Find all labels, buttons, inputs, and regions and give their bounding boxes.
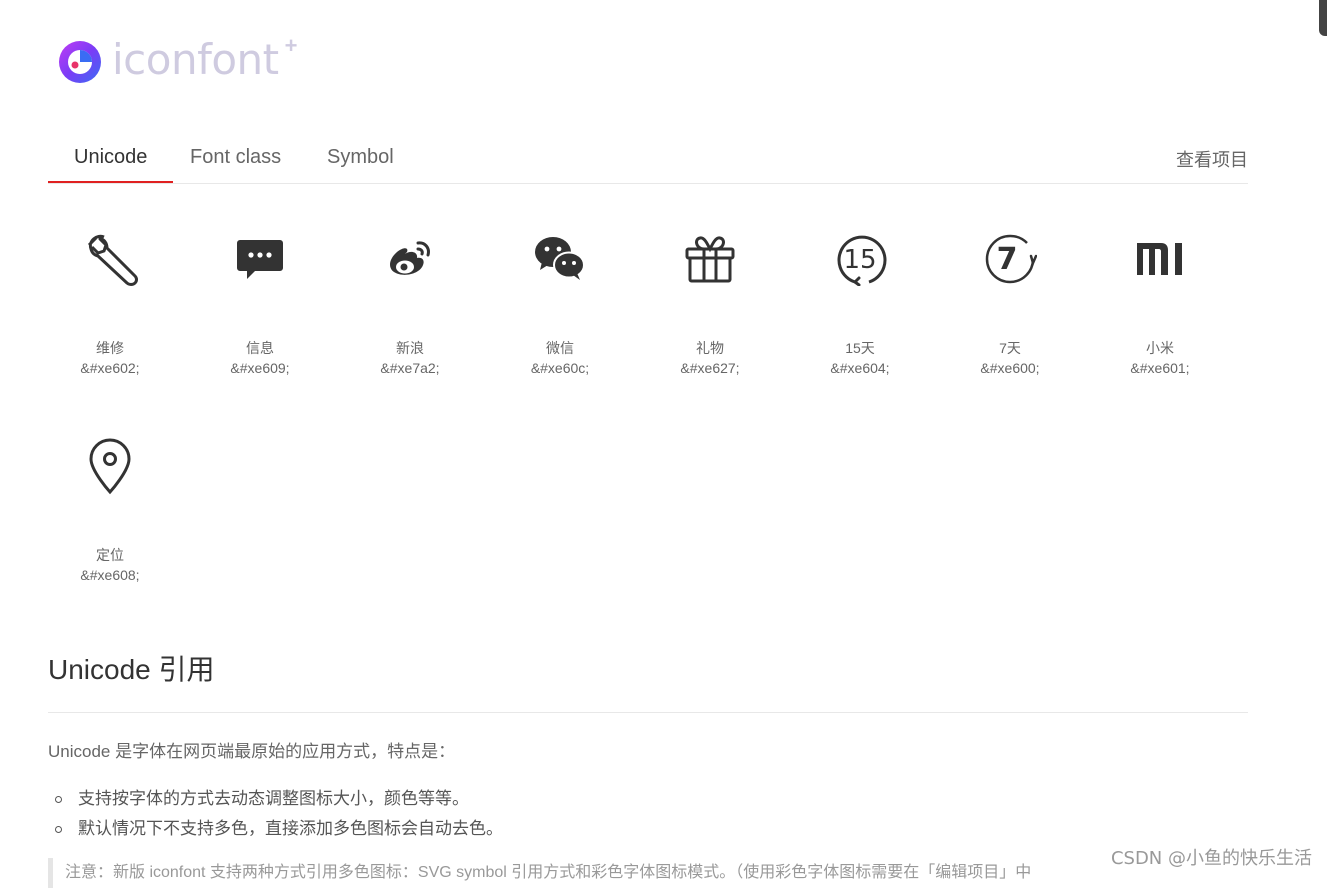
note-blockquote: 注意：新版 iconfont 支持两种方式引用多色图标：SVG symbol 引… xyxy=(48,858,1065,888)
icon-item[interactable]: 信息 &#xe609; xyxy=(185,229,335,378)
list-item: 支持按字体的方式去动态调整图标大小，颜色等等。 xyxy=(48,784,503,814)
icon-code: &#xe609; xyxy=(230,360,290,376)
iconfont-logo[interactable]: iconfont + xyxy=(58,33,298,84)
7-days-icon: 7 xyxy=(985,234,1037,284)
svg-text:7: 7 xyxy=(997,242,1018,277)
icon-name: 定位 xyxy=(96,547,124,563)
tab-symbol[interactable]: Symbol xyxy=(327,146,394,169)
icon-code: &#xe60c; xyxy=(530,360,590,376)
bullet-icon xyxy=(55,796,62,803)
icon-item[interactable]: 微信 &#xe60c; xyxy=(485,229,635,378)
location-icon xyxy=(89,438,131,495)
xiaomi-icon xyxy=(1137,243,1182,275)
logo-plus: + xyxy=(284,33,298,58)
icon-code: &#xe627; xyxy=(680,360,740,376)
iconfont-logo-icon xyxy=(59,41,101,83)
view-project-link[interactable]: 查看项目 xyxy=(1176,146,1248,172)
icon-code: &#xe7a2; xyxy=(380,360,440,376)
icon-name: 信息 xyxy=(246,340,274,356)
feature-list: 支持按字体的方式去动态调整图标大小，颜色等等。 默认情况下不支持多色，直接添加多… xyxy=(48,784,503,844)
weibo-icon xyxy=(390,241,430,275)
icon-name: 小米 xyxy=(1146,340,1174,356)
intro-text: Unicode 是字体在网页端最原始的应用方式，特点是： xyxy=(48,742,456,761)
list-item-text: 支持按字体的方式去动态调整图标大小，颜色等等。 xyxy=(78,789,469,808)
icon-name: 新浪 xyxy=(396,340,424,356)
section-title: Unicode 引用 xyxy=(48,654,215,685)
icon-item[interactable]: 新浪 &#xe7a2; xyxy=(335,229,485,378)
divider xyxy=(48,712,1248,713)
tab-font-class[interactable]: Font class xyxy=(190,146,281,169)
icon-item[interactable]: 礼物 &#xe627; xyxy=(635,229,785,378)
tab-unicode[interactable]: Unicode xyxy=(74,146,147,169)
message-icon xyxy=(237,240,283,279)
icon-code: &#xe602; xyxy=(80,360,140,376)
icon-name: 15天 xyxy=(845,340,875,356)
icon-code: &#xe601; xyxy=(1130,360,1190,376)
icon-name: 7天 xyxy=(999,340,1021,356)
logo-text: iconfont xyxy=(112,35,279,84)
active-tab-indicator xyxy=(48,181,173,183)
icon-name: 微信 xyxy=(546,340,574,356)
list-item: 默认情况下不支持多色，直接添加多色图标会自动去色。 xyxy=(48,814,503,844)
icon-name: 维修 xyxy=(96,340,124,356)
gift-icon xyxy=(685,236,735,283)
icon-name: 礼物 xyxy=(696,340,724,356)
icon-code: &#xe608; xyxy=(80,567,140,583)
list-item-text: 默认情况下不支持多色，直接添加多色图标会自动去色。 xyxy=(78,819,503,838)
watermark: CSDN @小鱼的快乐生活 xyxy=(1110,848,1312,869)
bullet-icon xyxy=(55,826,62,833)
icon-item[interactable]: 定位 &#xe608; xyxy=(35,436,185,585)
tab-bar: Unicode Font class Symbol 查看项目 xyxy=(48,134,1248,184)
icon-item[interactable]: 7 7天 &#xe600; xyxy=(935,229,1085,378)
icon-item[interactable]: 15 15天 &#xe604; xyxy=(785,229,935,378)
wrench-icon xyxy=(87,234,138,286)
icon-item[interactable]: 小米 &#xe601; xyxy=(1085,229,1235,378)
icon-code: &#xe604; xyxy=(830,360,890,376)
icon-item[interactable]: 维修 &#xe602; xyxy=(35,229,185,378)
15-days-icon: 15 xyxy=(837,235,887,286)
icon-code: &#xe600; xyxy=(980,360,1040,376)
scrollbar-thumb[interactable] xyxy=(1319,0,1327,36)
svg-text:15: 15 xyxy=(843,245,876,275)
wechat-icon xyxy=(535,237,585,280)
